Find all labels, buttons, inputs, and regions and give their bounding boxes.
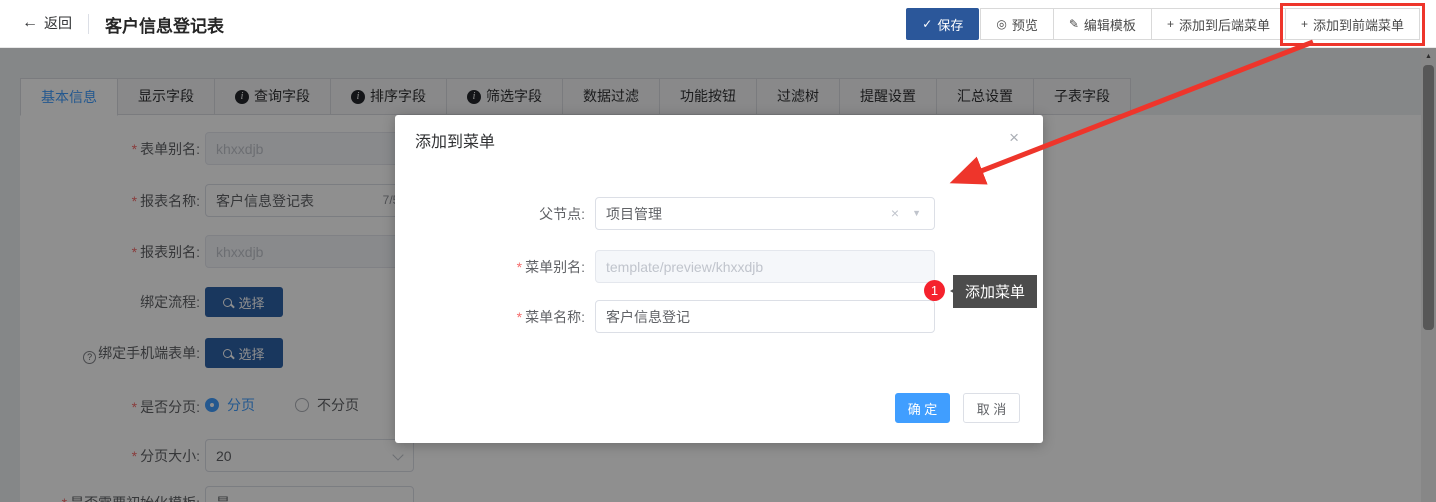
add-frontend-menu-button[interactable]: + 添加到前端菜单 (1279, 3, 1425, 46)
required-marker: * (516, 259, 523, 275)
edit-template-label: 编辑模板 (1083, 17, 1136, 33)
header-divider (88, 14, 89, 34)
add-frontend-label: 添加到前端菜单 (1312, 17, 1404, 33)
preview-button[interactable]: ◎ 预览 (980, 8, 1054, 40)
dialog-title: 添加到菜单 (415, 134, 496, 151)
edit-template-button[interactable]: ✎ 编辑模板 (1052, 8, 1152, 40)
caret-down-icon: ▼ (912, 208, 921, 218)
cancel-button[interactable]: 取 消 (963, 393, 1020, 423)
preview-label: 预览 (1011, 17, 1038, 33)
back-label: 返回 (44, 15, 72, 31)
save-button[interactable]: ✓ 保存 (906, 8, 980, 40)
label-text: 父节点: (539, 206, 585, 222)
plus-icon: + (1166, 17, 1174, 31)
label-text: 菜单名称: (525, 309, 585, 325)
back-arrow-icon: ← (22, 14, 38, 31)
save-label: 保存 (937, 17, 964, 33)
clear-icon[interactable]: × (891, 205, 899, 221)
field-label: * 菜单名称: (395, 307, 585, 327)
plus-icon: + (1300, 17, 1308, 31)
add-backend-menu-button[interactable]: + 添加到后端菜单 (1150, 8, 1286, 40)
eye-icon: ◎ (996, 17, 1007, 31)
confirm-button[interactable]: 确 定 (895, 393, 950, 423)
parent-node-value: 项目管理 (606, 205, 662, 222)
label-text: 菜单别名: (525, 259, 585, 275)
app-screen: ← 返回 客户信息登记表 ✓ 保存 ◎ 预览 ✎ 编辑模板 + 添加到后端菜单 (0, 0, 1436, 502)
header-actions: ✓ 保存 ◎ 预览 ✎ 编辑模板 + 添加到后端菜单 + 添加到前端菜单 (906, 3, 1425, 46)
annotation-tooltip: 添加菜单 (949, 275, 1038, 308)
parent-node-select[interactable]: 项目管理 (595, 197, 935, 230)
menu-alias-input[interactable] (595, 250, 935, 283)
add-backend-label: 添加到后端菜单 (1178, 17, 1270, 33)
back-button[interactable]: ← 返回 (22, 13, 72, 33)
top-header: ← 返回 客户信息登记表 ✓ 保存 ◎ 预览 ✎ 编辑模板 + 添加到后端菜单 (0, 0, 1436, 48)
field-label: * 菜单别名: (395, 257, 585, 277)
pencil-icon: ✎ (1068, 17, 1079, 31)
add-to-menu-dialog: 添加到菜单 × 父节点: 项目管理 × ▼ *菜单别名: *菜单名称: 确 定 … (395, 115, 1043, 443)
field-label: 父节点: (395, 204, 585, 224)
menu-name-input[interactable] (595, 300, 935, 333)
annotation-step-badge: 1 (924, 280, 945, 301)
page-title: 客户信息登记表 (105, 17, 224, 36)
close-icon[interactable]: × (1009, 129, 1019, 146)
check-icon: ✓ (922, 17, 933, 31)
required-marker: * (516, 309, 523, 325)
